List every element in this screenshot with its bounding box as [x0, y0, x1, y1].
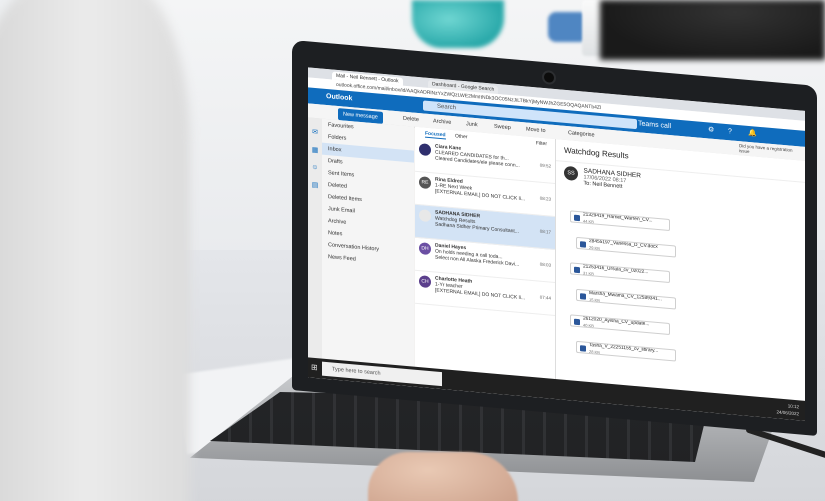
background-person	[600, 0, 825, 60]
tab-focused[interactable]: Focused	[425, 130, 446, 140]
attachment-chip[interactable]: Tasha_V_22251155_cv_library... 28 KB	[576, 340, 676, 362]
user-hand	[368, 452, 518, 501]
tab-other[interactable]: Other	[455, 133, 468, 140]
attachment-chip[interactable]: 28455197_Vanessa_D_CV.docx 29 KB	[576, 236, 676, 258]
avatar: SS	[564, 165, 578, 182]
attachment-chip[interactable]: 21253416_Ursula_cv_02022... 31 KB	[570, 262, 670, 284]
help-icon[interactable]: ?	[728, 124, 732, 140]
settings-icon[interactable]: ⚙	[708, 122, 714, 139]
sweep-button[interactable]: Sweep	[494, 120, 511, 135]
mail-icon[interactable]: ✉	[308, 127, 322, 137]
attachment-chip[interactable]: 2612020_Ayisha_CV_update... 40 KB	[570, 314, 670, 336]
bell-icon[interactable]: 🔔	[748, 126, 757, 143]
app-rail: ✉ ▦ ☺ ▤	[308, 117, 322, 359]
message-time: 08:23	[539, 195, 551, 202]
foreground-person	[0, 0, 190, 501]
calendar-icon[interactable]: ▦	[308, 145, 322, 155]
message-list: Focused Other Filter Ciara Kane CLEARED C…	[415, 126, 556, 380]
avatar: CH	[419, 275, 431, 289]
laptop-screen: Mail - Neil Bennett - Outlook Dashboard …	[308, 67, 805, 421]
people-icon[interactable]: ☺	[308, 163, 322, 172]
laptop-lid: Mail - Neil Bennett - Outlook Dashboard …	[292, 40, 817, 436]
avatar	[419, 143, 431, 157]
photo-scene: hp Mail - Neil Bennett - Outlook Dashboa…	[0, 0, 825, 501]
sender-block: SS SADHANA SIDHER 17/06/2022 08:17 To: N…	[564, 165, 641, 192]
avatar: RE	[419, 176, 431, 190]
message-rows: Ciara Kane CLEARED CANDIDATES for th... Cl…	[415, 138, 555, 317]
clock-date: 24/06/2022	[776, 409, 799, 417]
message-time: 08:17	[539, 228, 551, 235]
avatar	[419, 209, 431, 223]
attachment-chip[interactable]: 21329419_Harriet_Warren_CV... 44 KB	[570, 210, 670, 232]
folder-pane: Favourites Folders Inbox Drafts Sent Ite…	[322, 118, 414, 367]
avatar: DH	[419, 242, 431, 256]
system-clock: 10:12 24/06/2022	[776, 401, 799, 417]
files-icon[interactable]: ▤	[308, 180, 322, 190]
filter-button[interactable]: Filter	[536, 137, 547, 150]
message-time: 09:52	[539, 162, 551, 169]
windows-start-icon[interactable]: ⊞	[311, 358, 318, 379]
webcam	[542, 69, 556, 86]
attachment-chip[interactable]: Marsha_Mwama_CV_12589341... 15 KB	[576, 288, 676, 310]
message-time: 08:03	[539, 261, 551, 268]
reading-pane: Watchdog Results SS SADHANA SIDHER 17/06…	[556, 139, 805, 401]
delete-button[interactable]: Delete	[403, 112, 419, 127]
message-time: 07:44	[539, 294, 551, 301]
junk-button[interactable]: Junk	[466, 117, 478, 132]
teal-bottle	[412, 0, 504, 48]
